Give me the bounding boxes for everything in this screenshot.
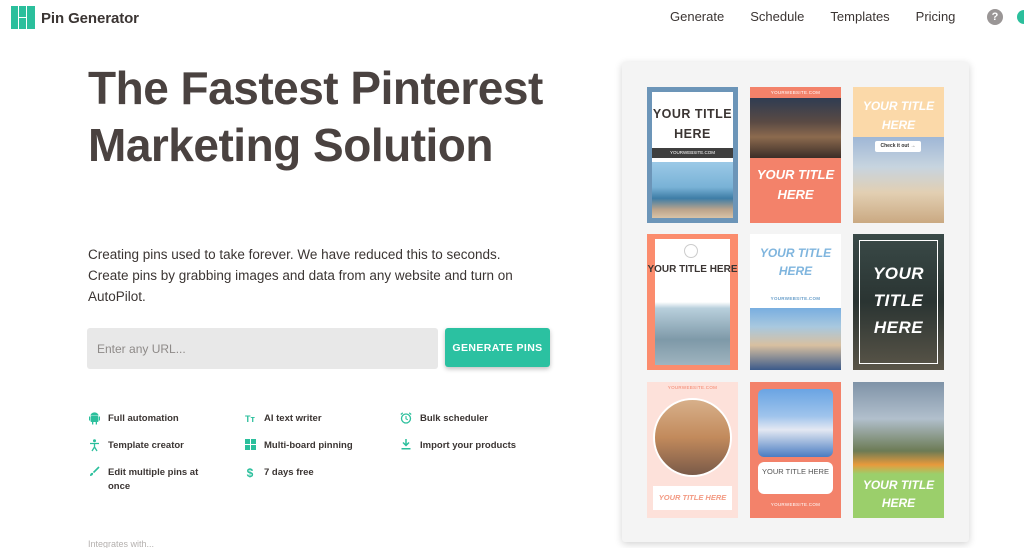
pin-template-9[interactable]: YOUR TITLE HERE (853, 382, 944, 518)
feature-label: 7 days free (264, 467, 314, 478)
feature-label: Multi-board pinning (264, 440, 353, 451)
nav-generate[interactable]: Generate (670, 9, 724, 24)
pin-image (652, 162, 733, 218)
nav-schedule[interactable]: Schedule (750, 9, 804, 24)
pin-image (758, 389, 833, 457)
feature-label: AI text writer (264, 413, 322, 424)
feature-import-products: Import your products (400, 439, 516, 453)
pin-template-8[interactable]: YOUR TITLE HERE YOURWEBSITE.COM (750, 382, 841, 518)
alarm-clock-icon (400, 412, 412, 426)
feature-label: Edit multiple pins at once (108, 467, 199, 492)
feature-full-automation: Full automation (88, 412, 179, 426)
main-nav: Generate Schedule Templates Pricing (670, 9, 981, 24)
pin-image (653, 398, 732, 477)
feature-multi-board: Multi-board pinning (244, 439, 353, 453)
feature-label: Template creator (108, 440, 184, 451)
pin-image (750, 308, 841, 370)
pin-template-3[interactable]: YOUR TITLE HERE Check it out → (853, 87, 944, 223)
pin-title: YOUR TITLE HERE (862, 99, 935, 132)
brush-icon (88, 466, 100, 480)
generate-pins-button[interactable]: GENERATE PINS (445, 328, 550, 367)
account-avatar[interactable] (1017, 10, 1024, 24)
logo-text: Pin Generator (41, 9, 139, 27)
pin-site: YOURWEBSITE.COM (667, 385, 718, 390)
page-title: The Fastest Pinterest Marketing Solution (88, 62, 543, 171)
pin-title: YOUR TITLE HERE (759, 246, 832, 278)
pin-image (750, 98, 841, 158)
pin-site: YOURWEBSITE.COM (770, 90, 821, 95)
pin-template-5[interactable]: YOUR TITLE HERE YOURWEBSITE.COM (750, 234, 841, 370)
pin-templates-panel: YOUR TITLE HERE YOURWEBSITE.COM YOURWEBS… (622, 62, 969, 542)
feature-label: Import your products (420, 440, 517, 451)
pin-title: YOUR TITLE HERE (762, 467, 829, 476)
feature-label: Full automation (108, 413, 179, 424)
feature-template-creator: Template creator (88, 439, 184, 453)
feature-label: Bulk scheduler (420, 413, 489, 424)
pin-site: YOURWEBSITE.COM (770, 502, 821, 507)
integrates-heading: Integrates with... (88, 539, 155, 548)
logo-icon (11, 6, 35, 30)
pin-title: YOUR TITLE HERE (756, 167, 835, 202)
nav-pricing[interactable]: Pricing (916, 9, 956, 24)
pin-logo-circle (684, 244, 698, 258)
pin-template-6[interactable]: YOUR TITLE HERE (853, 234, 944, 370)
accessibility-icon (88, 439, 100, 453)
pin-title: YOUR TITLE HERE (862, 478, 935, 510)
feature-ai-text-writer: Tт AI text writer (244, 412, 322, 426)
pin-title: YOUR TITLE HERE (658, 493, 727, 502)
pin-cta: Check it out → (875, 141, 921, 152)
pin-title: YOUR TITLE HERE (872, 264, 925, 337)
pin-template-7[interactable]: YOURWEBSITE.COM YOUR TITLE HERE (647, 382, 738, 518)
download-icon (400, 439, 412, 453)
pin-site: YOURWEBSITE.COM (770, 296, 821, 301)
help-icon[interactable]: ? (987, 9, 1003, 25)
hero-subtitle: Creating pins used to take forever. We h… (88, 247, 513, 304)
feature-bulk-scheduler: Bulk scheduler (400, 412, 488, 426)
grid-icon (244, 439, 256, 453)
pin-template-4[interactable]: YOUR TITLE HERE (647, 234, 738, 370)
pin-site: YOURWEBSITE.COM (652, 148, 733, 158)
top-navbar: Pin Generator Generate Schedule Template… (0, 0, 1024, 36)
pin-title: YOUR TITLE HERE (647, 264, 738, 275)
dollar-icon: $ (246, 466, 254, 480)
pin-image (853, 382, 944, 474)
url-input[interactable] (87, 328, 438, 369)
pin-card (655, 239, 730, 365)
text-icon: Tт (245, 414, 255, 424)
pin-template-1[interactable]: YOUR TITLE HERE YOURWEBSITE.COM (647, 87, 738, 223)
feature-7-days-free: $ 7 days free (244, 466, 314, 480)
pin-card: YOUR TITLE HERE YOURWEBSITE.COM (652, 92, 733, 218)
feature-edit-multiple: Edit multiple pins at once (88, 466, 208, 494)
android-icon (88, 412, 100, 426)
nav-templates[interactable]: Templates (830, 9, 889, 24)
logo-link[interactable]: Pin Generator (11, 6, 139, 30)
pin-title: YOUR TITLE HERE (652, 107, 733, 141)
pin-template-2[interactable]: YOURWEBSITE.COM YOUR TITLE HERE (750, 87, 841, 223)
